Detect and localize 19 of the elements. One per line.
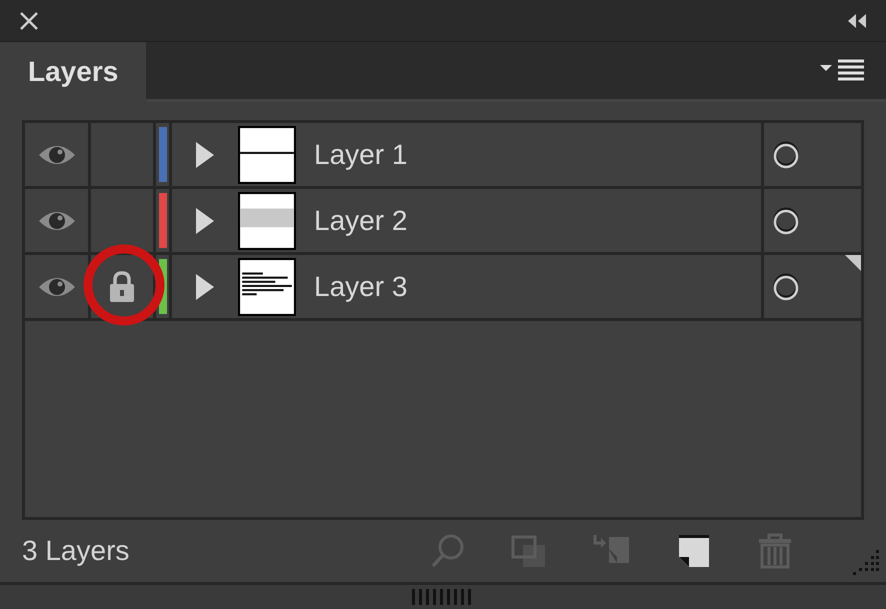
- layer-name[interactable]: Layer 2: [314, 200, 408, 242]
- collapse-icon[interactable]: [846, 12, 868, 28]
- resize-grip-icon: [852, 548, 880, 576]
- lock-icon[interactable]: [108, 270, 136, 304]
- layer-name[interactable]: Layer 3: [314, 266, 408, 308]
- close-icon[interactable]: [18, 10, 40, 32]
- layer-name[interactable]: Layer 1: [314, 134, 408, 176]
- expand-arrow-icon[interactable]: [196, 208, 214, 234]
- menu-icon[interactable]: [820, 58, 866, 82]
- target-circle-icon[interactable]: [770, 206, 800, 236]
- layer-thumbnail: [238, 192, 296, 250]
- expand-arrow-icon[interactable]: [196, 142, 214, 168]
- layer-thumbnail: [238, 258, 296, 316]
- layer-thumbnail: [238, 126, 296, 184]
- expand-arrow-icon[interactable]: [196, 274, 214, 300]
- layer-count: 3 Layers: [22, 534, 130, 568]
- layers-tab[interactable]: Layers: [0, 42, 146, 102]
- target-circle-icon[interactable]: [770, 272, 800, 302]
- target-circle-icon[interactable]: [770, 140, 800, 170]
